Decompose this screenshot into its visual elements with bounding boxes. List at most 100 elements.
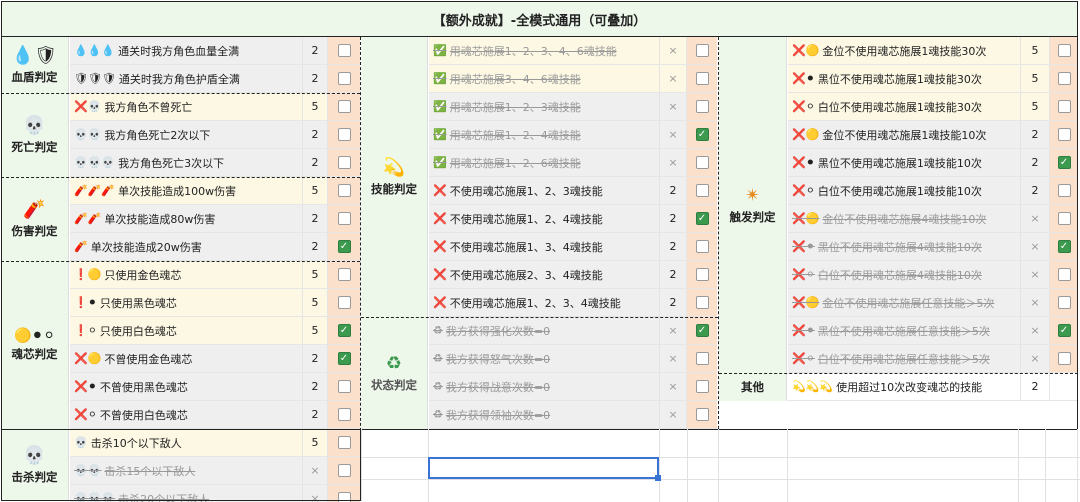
checkbox[interactable] xyxy=(1057,352,1071,365)
achievement-label: 通关时我方角色护盾全满 xyxy=(118,72,240,86)
checkbox[interactable] xyxy=(337,408,351,421)
spreadsheet[interactable]: 【额外成就】-全模式通用（可叠加） 💧🛡 血盾判定 💀 死亡判定 🧨 伤害判定 … xyxy=(0,0,1080,502)
achievement-label: 用魂芯施展1、2、6魂技能 xyxy=(449,156,581,170)
checkbox[interactable] xyxy=(337,156,351,169)
checkbox[interactable] xyxy=(695,184,709,197)
checkbox[interactable] xyxy=(1057,184,1071,197)
achievement-icon: 🧨🧨🧨 xyxy=(74,184,116,197)
achievement-label: 只使用黑色魂芯 xyxy=(99,296,177,310)
achievement-row: ❌⚫ 不曾使用黑色魂芯 2 xyxy=(70,373,360,401)
achievement-row: ❗🟡 只使用金色魂芯 5 xyxy=(70,261,360,289)
checkbox[interactable]: ✓ xyxy=(695,212,709,225)
achievement-row: ✅ 用魂芯施展3、4、6魂技能 × xyxy=(429,65,717,93)
achievement-row: 💀💀 我方角色死亡2次以下 2 xyxy=(70,121,360,149)
checkbox[interactable] xyxy=(1057,128,1071,141)
checkbox[interactable] xyxy=(337,296,351,309)
points-cell: 2 xyxy=(659,289,687,316)
achievement-row: ✅ 用魂芯施展1、2、3魂技能 × xyxy=(429,93,717,121)
checkbox[interactable] xyxy=(337,100,351,113)
checkbox[interactable]: ✓ xyxy=(695,324,709,337)
achievement-row: ❌⚪ 不曾使用白色魂芯 2 xyxy=(70,401,360,429)
achievement-icon: ❌ xyxy=(433,212,447,225)
achievement-text: ❌⚫ 黑位不使用魂芯施展4魂技能10次 xyxy=(788,233,1020,260)
achievement-text: ❌⚪ 白位不使用魂芯施展任意技能＞5次 xyxy=(788,345,1020,372)
achievement-row: ♻ 我方获得战意次数=0 × xyxy=(429,373,717,401)
checkbox[interactable] xyxy=(337,268,351,281)
points-cell: 2 xyxy=(659,233,687,260)
checkbox[interactable] xyxy=(695,240,709,253)
checkbox[interactable] xyxy=(695,72,709,85)
checkbox-cell xyxy=(1050,93,1078,120)
points-cell: 2 xyxy=(659,261,687,288)
checkbox[interactable] xyxy=(337,72,351,85)
sparkle-icon: ✴ xyxy=(744,185,761,206)
achievement-icon: ♻ xyxy=(433,352,443,365)
points-cell: × xyxy=(659,373,687,400)
checkbox[interactable] xyxy=(337,184,351,197)
points-cell: 5 xyxy=(302,93,328,120)
group-label: 魂芯判定 xyxy=(11,347,58,361)
achievement-label: 我方角色死亡2次以下 xyxy=(104,128,211,142)
checkbox[interactable] xyxy=(1057,72,1071,85)
achievement-text: ❌⚫ 黑位不使用魂芯施展任意技能＞5次 xyxy=(788,317,1020,344)
achievement-label: 只使用白色魂芯 xyxy=(99,324,177,338)
checkbox[interactable] xyxy=(695,352,709,365)
left-border xyxy=(1,37,2,429)
achievement-row: 💀💀💀 我方角色死亡3次以下 2 xyxy=(70,149,360,177)
achievement-icon: ♻ xyxy=(433,408,443,421)
achievement-icon: ♻ xyxy=(433,380,443,393)
achievement-text: ❌ 不使用魂芯施展2、3、4魂技能 xyxy=(429,261,659,288)
achievement-row: 💫💫💫 使用超过10次改变魂芯的技能 2 xyxy=(788,373,1078,401)
checkbox-cell xyxy=(1050,65,1078,92)
achievement-icon: ❌⚪ xyxy=(792,100,815,113)
checkbox[interactable] xyxy=(1057,296,1071,309)
selected-cell[interactable] xyxy=(428,457,661,481)
checkbox[interactable]: ✓ xyxy=(1057,324,1071,337)
achievement-text: ❌🟡 金位不使用魂芯施展1魂技能30次 xyxy=(788,37,1020,64)
points-cell: 2 xyxy=(302,65,328,92)
checkbox[interactable] xyxy=(695,268,709,281)
achievement-label: 黑位不使用魂芯施展任意技能＞5次 xyxy=(817,324,990,338)
achievement-row: 🛡🛡🛡 通关时我方角色护盾全满 2 xyxy=(70,65,360,93)
achievement-row: ❌🟡 金位不使用魂芯施展4魂技能10次 × xyxy=(788,205,1078,233)
achievement-row: ❌💀 我方角色不曾死亡 5 xyxy=(70,93,360,121)
achievement-icon: ✅ xyxy=(433,72,447,85)
checkbox-cell xyxy=(1050,37,1078,64)
checkbox[interactable] xyxy=(695,156,709,169)
checkbox[interactable] xyxy=(337,380,351,393)
checkbox[interactable] xyxy=(1057,212,1071,225)
achievement-row: ❌⚪ 白位不使用魂芯施展任意技能＞5次 × xyxy=(788,345,1078,373)
points-cell: × xyxy=(659,121,687,148)
checkbox[interactable] xyxy=(695,408,709,421)
checkbox[interactable] xyxy=(695,100,709,113)
checkbox[interactable] xyxy=(337,44,351,57)
achievement-text: ❌🟡 金位不使用魂芯施展1魂技能10次 xyxy=(788,121,1020,148)
achievement-label: 我方获得怒气次数=0 xyxy=(445,352,551,366)
checkbox-cell xyxy=(328,149,360,176)
grid-line xyxy=(718,429,719,502)
achievement-row: ❌🟡 金位不使用魂芯施展1魂技能30次 5 xyxy=(788,37,1078,65)
checkbox[interactable] xyxy=(695,380,709,393)
checkbox[interactable]: ✓ xyxy=(337,240,351,253)
achievement-label: 通关时我方角色血量全满 xyxy=(118,44,240,58)
checkbox[interactable] xyxy=(695,296,709,309)
achievement-row: ❌⚫ 黑位不使用魂芯施展1魂技能10次 2 ✓ xyxy=(788,149,1078,177)
checkbox[interactable] xyxy=(1057,100,1071,113)
achievement-text: 💧💧💧 通关时我方角色血量全满 xyxy=(70,37,302,64)
checkbox-cell xyxy=(1050,261,1078,288)
checkbox[interactable]: ✓ xyxy=(695,128,709,141)
achievement-text: ✅ 用魂芯施展1、2、6魂技能 xyxy=(429,149,659,176)
checkbox[interactable]: ✓ xyxy=(337,324,351,337)
section-divider xyxy=(1,261,360,262)
checkbox[interactable] xyxy=(695,44,709,57)
achievement-label: 不使用魂芯施展1、3、4魂技能 xyxy=(449,240,603,254)
checkbox[interactable] xyxy=(1057,44,1071,57)
checkbox[interactable]: ✓ xyxy=(337,352,351,365)
checkbox[interactable]: ✓ xyxy=(1057,156,1071,169)
checkbox[interactable] xyxy=(337,128,351,141)
checkbox[interactable] xyxy=(1057,268,1071,281)
group-label: 其他 xyxy=(741,380,764,394)
achievement-text: 💀💀 我方角色死亡2次以下 xyxy=(70,121,302,148)
checkbox[interactable] xyxy=(337,212,351,225)
checkbox[interactable]: ✓ xyxy=(1057,240,1071,253)
